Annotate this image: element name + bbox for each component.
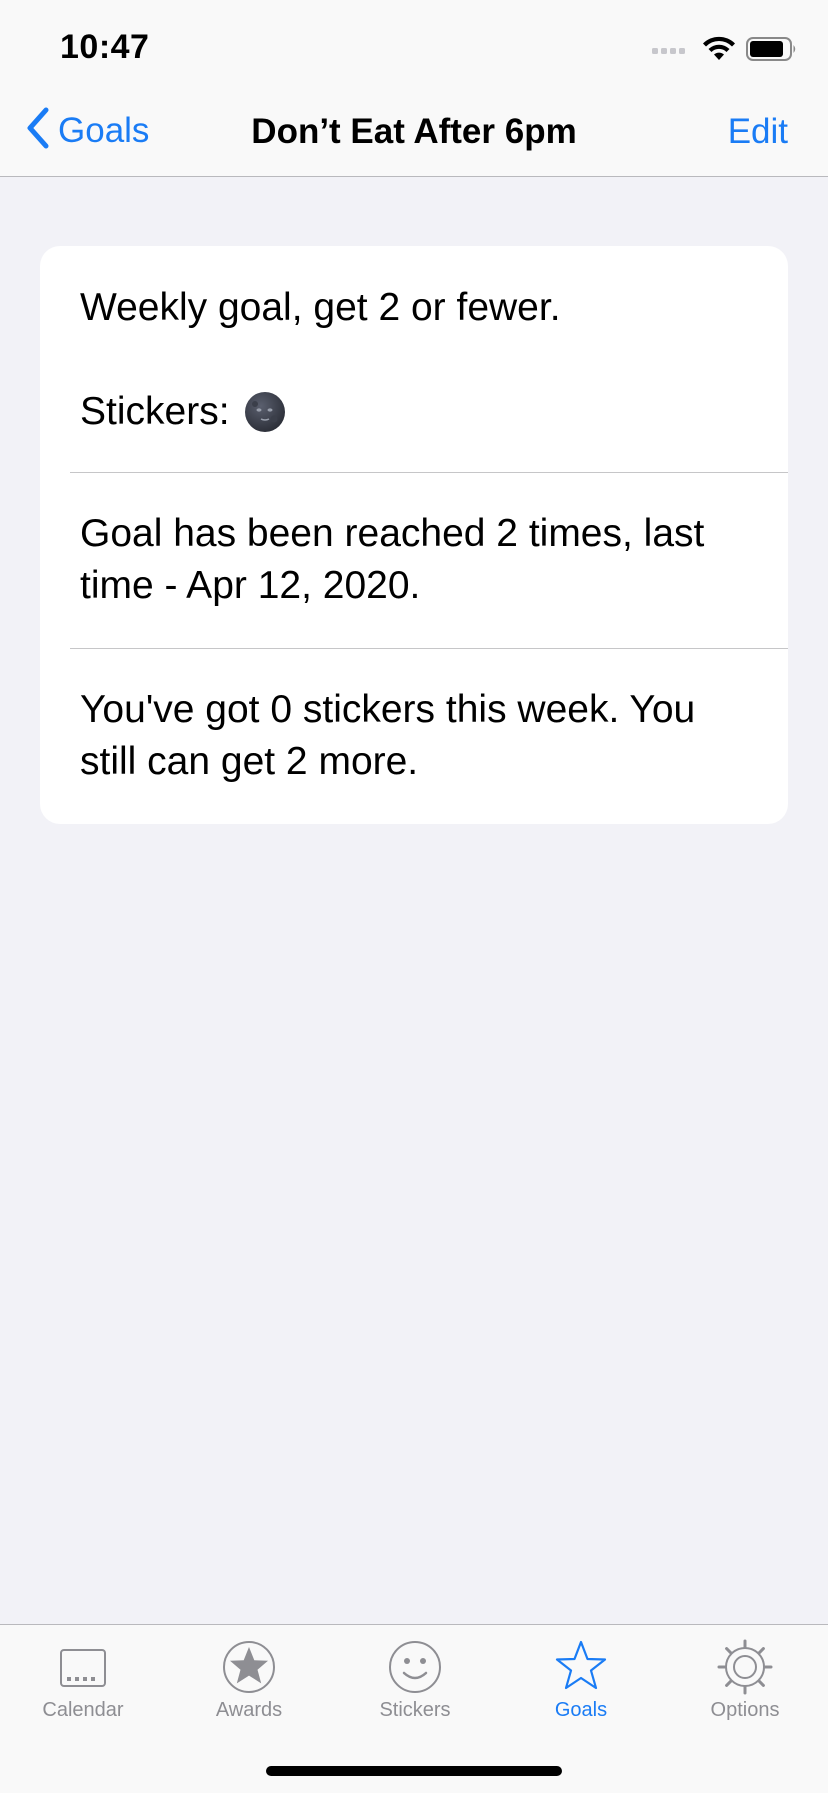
goal-details-card: Weekly goal, get 2 or fewer. Stickers: G… [40,246,788,824]
stickers-label: Stickers: [80,390,230,433]
award-star-icon [219,1637,279,1697]
tab-stickers-label: Stickers [379,1699,451,1721]
top-bar: 10:47 Goals Don’t Eat After 6pm Edit [0,0,828,177]
gear-icon [715,1637,775,1697]
status-time: 10:47 [60,28,150,66]
calendar-icon [53,1637,113,1697]
stickers-row: Stickers: [80,386,760,438]
tab-options[interactable]: Options [662,1637,828,1737]
star-outline-icon [551,1637,611,1697]
back-button-label: Goals [58,110,150,150]
goal-reached-text: Goal has been reached 2 times, last time… [80,512,705,607]
tab-awards[interactable]: Awards [166,1637,332,1737]
back-button[interactable]: Goals [24,106,149,155]
edit-button[interactable]: Edit [728,112,788,152]
home-indicator[interactable] [266,1766,562,1776]
tab-goals-label: Goals [554,1699,608,1721]
status-icons [652,36,798,67]
card-divider [70,472,788,473]
tab-calendar-label: Calendar [42,1699,124,1721]
wifi-icon [702,36,736,67]
weekly-goal-text: Weekly goal, get 2 or fewer. [80,286,561,329]
smiley-icon [385,1637,445,1697]
cellular-signal-icon [652,42,692,61]
battery-icon [746,36,798,67]
weekly-progress-text: You've got 0 stickers this week. You sti… [80,688,696,783]
chevron-left-icon [24,106,50,155]
tab-awards-label: Awards [215,1699,283,1721]
tab-stickers[interactable]: Stickers [332,1637,498,1737]
card-divider [70,648,788,649]
new-moon-face-icon [244,391,286,433]
tab-options-label: Options [710,1699,780,1721]
tab-calendar[interactable]: Calendar [0,1637,166,1737]
tab-goals[interactable]: Goals [498,1637,664,1737]
